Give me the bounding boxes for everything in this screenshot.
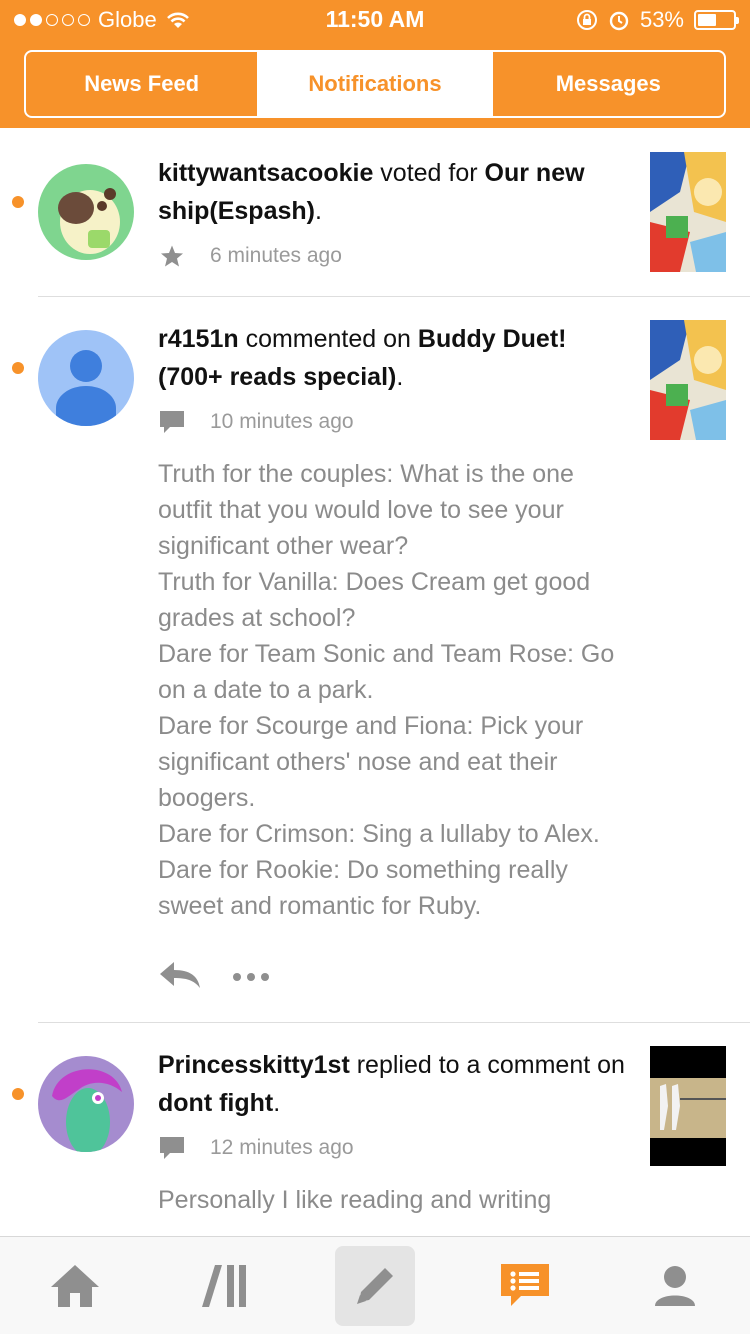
comment-icon [158,408,186,436]
home-icon [51,1264,99,1307]
comment-line: Personally I like reading and writing [158,1186,552,1214]
app-header: Globe 11:50 AM 53% News Feed Notificatio… [0,0,750,128]
story-cover-thumbnail[interactable] [650,1046,726,1166]
punctuation: . [273,1089,281,1117]
star-icon [158,242,186,270]
username-link[interactable]: r4151n [158,325,239,353]
comment-line: Dare for Team Sonic and Team Rose: Go on… [158,640,615,704]
punctuation: . [314,197,322,225]
action-text: voted for [373,159,485,187]
reply-icon[interactable] [158,960,202,995]
tab-stories[interactable] [150,1237,300,1334]
comment-line: Truth for the couples: What is the one o… [158,460,574,560]
tab-news-feed[interactable]: News Feed [26,52,257,116]
comment-line: Truth for Vanilla: Does Cream get good g… [158,568,591,632]
comment-icon [158,1134,186,1162]
comment-line: Dare for Rookie: Do something really swe… [158,856,568,920]
action-text: commented on [238,325,418,353]
compose-icon [357,1267,393,1304]
status-bar: Globe 11:50 AM 53% [0,0,750,40]
tab-notifications[interactable]: Notifications [257,52,491,116]
story-link[interactable]: dont fight [158,1089,273,1117]
rotation-lock-icon [576,10,597,30]
punctuation: . [396,363,404,391]
story-cover-thumbnail[interactable] [650,320,726,440]
notification-item[interactable]: r4151n commented on Buddy Duet! (700+ re… [0,296,750,1022]
timestamp: 6 minutes ago [210,244,342,267]
alarm-icon [609,11,629,31]
profile-icon [655,1265,695,1306]
avatar[interactable] [38,330,134,426]
notification-text: r4151n commented on Buddy Duet! (700+ re… [158,320,628,396]
username-link[interactable]: Princesskitty1st [158,1051,350,1079]
tab-notifications-bottom[interactable] [450,1237,600,1334]
timestamp: 12 minutes ago [210,1136,354,1159]
tab-profile[interactable] [600,1237,750,1334]
notifications-icon [501,1263,549,1306]
unread-indicator [12,362,24,374]
action-text: replied to a comment on [349,1051,625,1079]
story-cover-thumbnail[interactable] [650,152,726,272]
comment-body: Personally I like reading and writing [158,1182,628,1218]
comment-body: Truth for the couples: What is the one o… [158,456,628,924]
avatar[interactable] [38,1056,134,1152]
unread-indicator [12,1088,24,1100]
tab-home[interactable] [0,1237,150,1334]
more-options-icon[interactable] [232,969,270,987]
comment-line: Dare for Crimson: Sing a lullaby to Alex… [158,820,600,848]
bottom-tab-bar [0,1236,750,1334]
timestamp: 10 minutes ago [210,410,354,433]
notification-item[interactable]: Princesskitty1st replied to a comment on… [0,1022,750,1236]
tab-compose[interactable] [300,1237,450,1334]
unread-indicator [12,196,24,208]
notification-text: Princesskitty1st replied to a comment on… [158,1046,628,1122]
notification-text: kittywantsacookie voted for Our new ship… [158,154,628,230]
stories-icon [202,1264,246,1307]
feed-segmented-control: News Feed Notifications Messages [24,50,726,118]
tab-messages[interactable]: Messages [490,52,724,116]
avatar[interactable] [38,164,134,260]
notification-item[interactable]: kittywantsacookie voted for Our new ship… [0,128,750,296]
username-link[interactable]: kittywantsacookie [158,159,373,187]
notification-feed[interactable]: kittywantsacookie voted for Our new ship… [0,128,750,1236]
battery-icon [694,10,739,30]
comment-line: Dare for Scourge and Fiona: Pick your si… [158,712,584,812]
battery-percent: 53% [639,7,684,32]
